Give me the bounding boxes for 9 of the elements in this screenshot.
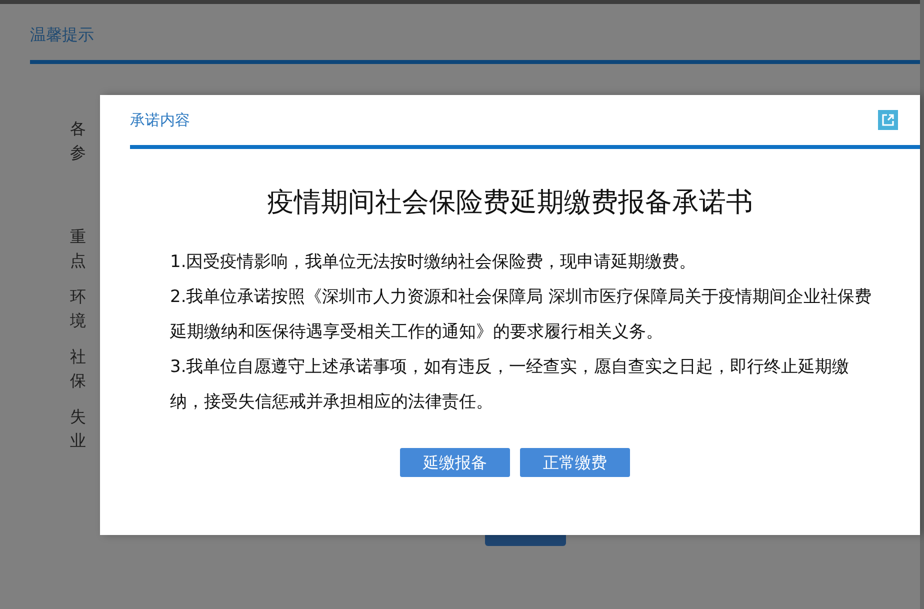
paragraph: 2.我单位承诺按照《深圳市人力资源和社会保障局 深圳市医疗保障局关于疫情期间企业社保费延期缴纳和医保待遇享受相关工作的通知》的要求履行相关义务。 [170, 286, 873, 344]
scrollbar[interactable] [920, 0, 924, 609]
dialog-title: 承诺内容 [130, 110, 190, 131]
paragraph: 3.我单位自愿遵守上述承诺事项，如有违反，一经查实，愿自查实之日起，即行终止延期缴纳，接受失信惩戒并承担相应的法律责任。 [170, 356, 850, 414]
dialog-heading: 疫情期间社会保险费延期缴费报备承诺书 [266, 186, 754, 220]
paragraph: 1.因受疫情影响，我单位无法按时缴纳社会保险费，现申请延期缴费。 [170, 251, 698, 274]
page-title: 温馨提示 [30, 25, 94, 44]
action-button[interactable]: 正常缴费 [520, 448, 630, 477]
action-button[interactable]: 延缴报备 [400, 448, 510, 477]
